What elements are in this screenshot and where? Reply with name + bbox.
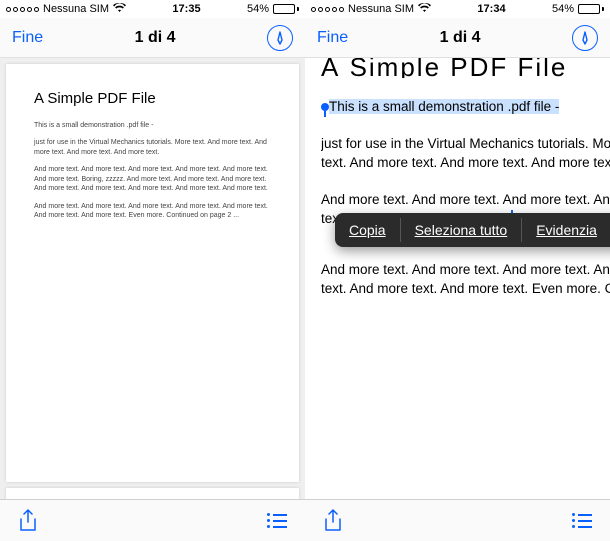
pdf-page-zoomed: A Simple PDF File This is a small demons… xyxy=(305,58,610,499)
pdf-title-cropped: A Simple PDF File xyxy=(321,58,610,78)
selection-start-handle[interactable] xyxy=(321,103,329,111)
battery-icon xyxy=(578,4,604,14)
pdf-text-line[interactable]: just for use in the Virtual Mechanics tu… xyxy=(321,135,610,154)
highlight-menu-item[interactable]: Evidenzia xyxy=(522,213,610,247)
nav-bar: Fine 1 di 4 xyxy=(0,18,305,58)
pdf-text-line[interactable]: text. And more text. And more text. Even… xyxy=(321,280,610,299)
pdf-paragraph: And more text. And more text. And more t… xyxy=(34,202,271,221)
list-button[interactable] xyxy=(267,513,287,528)
list-icon xyxy=(572,513,592,528)
list-button[interactable] xyxy=(572,513,592,528)
share-button[interactable] xyxy=(18,509,38,533)
signal-dots-icon xyxy=(6,7,39,12)
pdf-paragraph: This is a small demonstration .pdf file … xyxy=(34,121,271,130)
bottom-toolbar xyxy=(0,499,305,541)
text-selection-menu: Copia Seleziona tutto Evidenzia xyxy=(335,213,610,247)
pen-icon xyxy=(273,31,287,45)
clock-label: 17:35 xyxy=(172,3,200,15)
pdf-paragraph: just for use in the Virtual Mechanics tu… xyxy=(34,138,271,157)
share-icon xyxy=(323,509,343,533)
carrier-label: Nessuna SIM xyxy=(348,3,414,15)
copy-menu-item[interactable]: Copia xyxy=(335,213,400,247)
document-viewport[interactable]: A Simple PDF File This is a small demons… xyxy=(305,58,610,499)
pdf-text-line[interactable]: text. And more text. And more text. And … xyxy=(321,154,610,173)
share-button[interactable] xyxy=(323,509,343,533)
done-button[interactable]: Fine xyxy=(317,29,348,47)
pdf-title: A Simple PDF File xyxy=(34,90,271,107)
bottom-toolbar xyxy=(305,499,610,541)
left-screenshot: Nessuna SIM 17:35 54% Fine 1 di 4 A xyxy=(0,0,305,541)
wifi-icon xyxy=(418,3,431,16)
battery-icon xyxy=(273,4,299,14)
done-button[interactable]: Fine xyxy=(12,29,43,47)
pen-icon xyxy=(578,31,592,45)
page-indicator: 1 di 4 xyxy=(440,29,481,47)
select-all-menu-item[interactable]: Seleziona tutto xyxy=(401,213,522,247)
pdf-page-1: A Simple PDF File This is a small demons… xyxy=(6,64,299,482)
list-icon xyxy=(267,513,287,528)
share-icon xyxy=(18,509,38,533)
pdf-text-line[interactable]: And more text. And more text. And more t… xyxy=(321,191,610,210)
signal-dots-icon xyxy=(311,7,344,12)
pdf-text-line[interactable]: And more text. And more text. And more t… xyxy=(321,261,610,280)
status-bar: Nessuna SIM 17:34 54% xyxy=(305,0,610,18)
right-screenshot: Nessuna SIM 17:34 54% Fine 1 di 4 A xyxy=(305,0,610,541)
pdf-page-2-peek: Simple PDF File 2 xyxy=(6,488,299,499)
markup-button[interactable] xyxy=(267,25,293,51)
battery-percent-label: 54% xyxy=(552,3,574,15)
battery-percent-label: 54% xyxy=(247,3,269,15)
document-viewport[interactable]: A Simple PDF File This is a small demons… xyxy=(0,58,305,499)
page-indicator: 1 di 4 xyxy=(135,29,176,47)
clock-label: 17:34 xyxy=(477,3,505,15)
wifi-icon xyxy=(113,3,126,16)
markup-button[interactable] xyxy=(572,25,598,51)
carrier-label: Nessuna SIM xyxy=(43,3,109,15)
nav-bar: Fine 1 di 4 xyxy=(305,18,610,58)
status-bar: Nessuna SIM 17:35 54% xyxy=(0,0,305,18)
pdf-paragraph: And more text. And more text. And more t… xyxy=(34,165,271,193)
selected-text-line[interactable]: This is a small demonstration .pdf file … xyxy=(321,98,610,117)
